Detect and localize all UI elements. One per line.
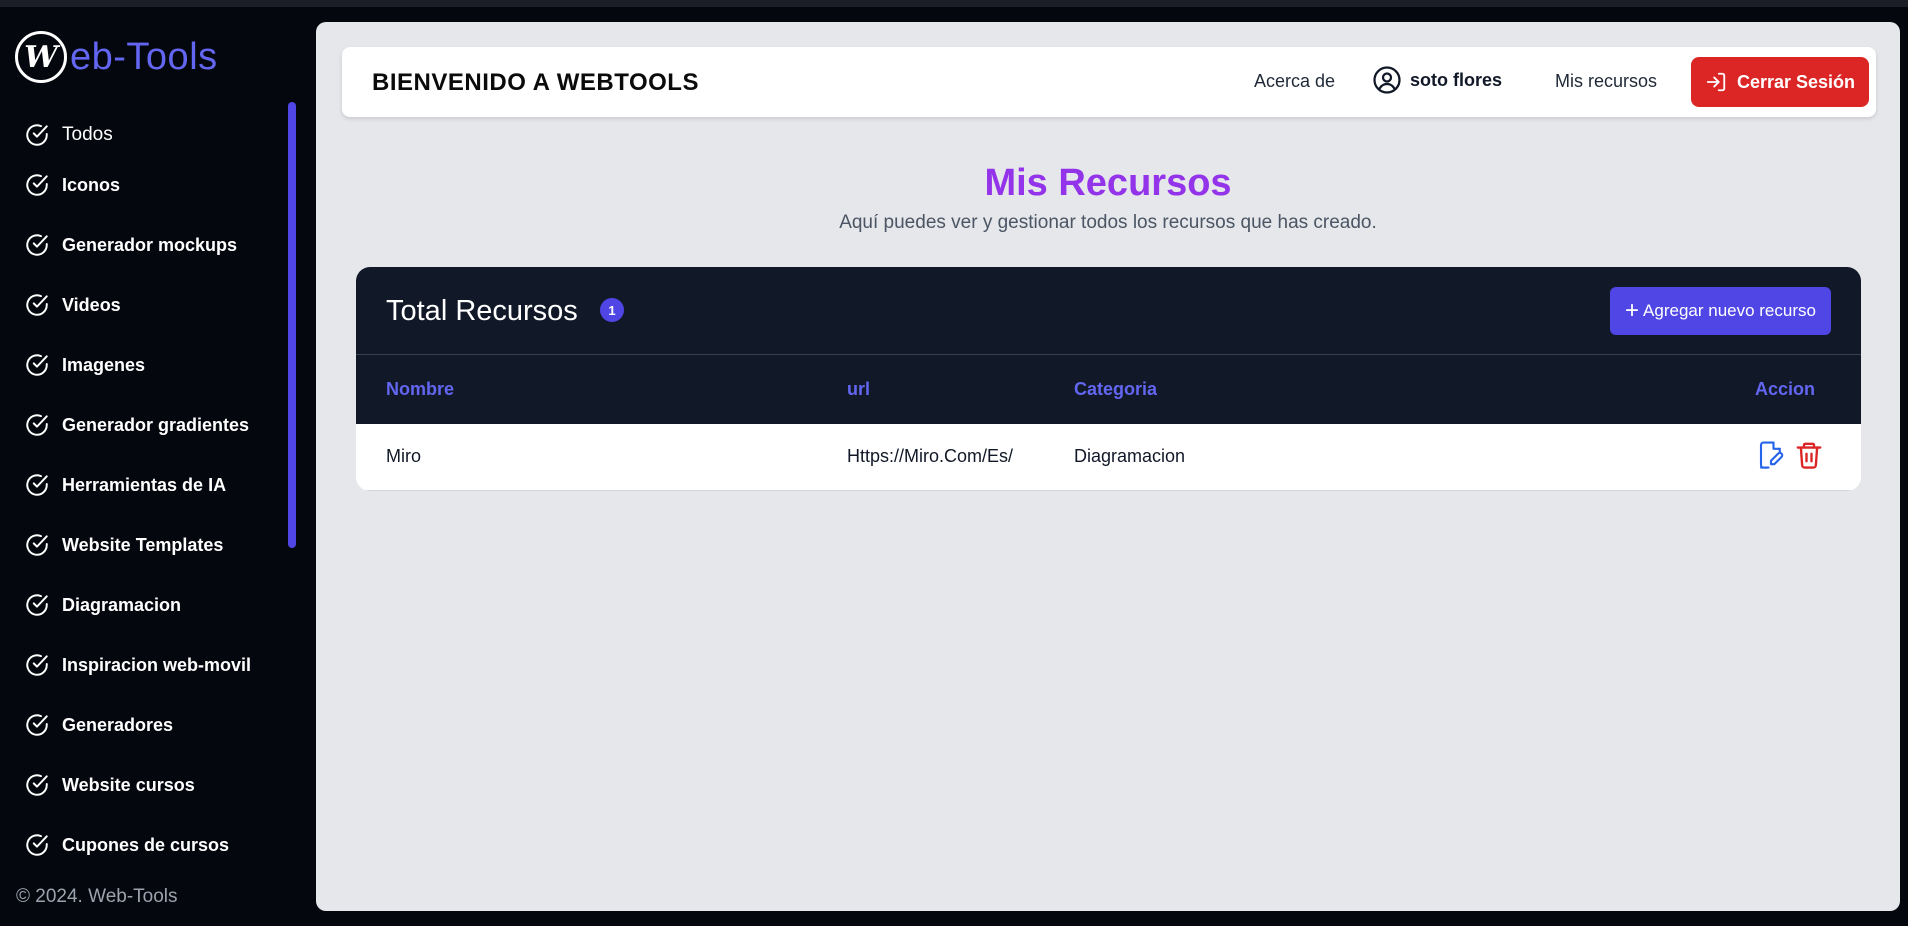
check-circle-icon bbox=[26, 714, 48, 736]
sidebar-item-generador-gradientes[interactable]: Generador gradientes bbox=[24, 405, 284, 445]
column-header-nombre: Nombre bbox=[386, 379, 455, 399]
user-profile[interactable]: soto flores bbox=[1372, 65, 1502, 95]
sidebar-item-website-templates[interactable]: Website Templates bbox=[24, 525, 284, 565]
sidebar-item-iconos[interactable]: Iconos bbox=[24, 165, 284, 205]
sidebar-item-label: Imagenes bbox=[62, 354, 146, 375]
sidebar-item-generadores[interactable]: Generadores bbox=[24, 705, 284, 745]
resources-card: Total Recursos 1 + Agregar nuevo recurso… bbox=[356, 267, 1861, 491]
sidebar-item-label: Cupones de cursos bbox=[62, 834, 230, 855]
check-circle-icon bbox=[26, 834, 48, 856]
logo-w-icon: W bbox=[15, 31, 67, 83]
sidebar: W eb-Tools Todos Iconos Generador mockup… bbox=[0, 7, 316, 926]
sidebar-item-label: Website Templates bbox=[62, 534, 224, 555]
sidebar-item-label: Todos bbox=[62, 124, 113, 145]
cell-url[interactable]: Https://Miro.Com/Es/ bbox=[847, 446, 1013, 467]
check-circle-icon bbox=[26, 124, 48, 146]
column-header-accion: Accion bbox=[1755, 379, 1816, 399]
sidebar-item-label: Website cursos bbox=[62, 774, 195, 795]
brand-logo[interactable]: W eb-Tools bbox=[15, 27, 218, 87]
username: soto flores bbox=[1410, 69, 1503, 90]
nav-my-resources-link[interactable]: Mis recursos bbox=[1555, 71, 1657, 92]
check-circle-icon bbox=[26, 294, 48, 316]
cell-name: Miro bbox=[386, 446, 421, 466]
sidebar-scrollbar[interactable] bbox=[288, 102, 296, 548]
sidebar-item-videos[interactable]: Videos bbox=[24, 285, 284, 325]
logout-button[interactable]: Cerrar Sesión bbox=[1691, 57, 1869, 107]
table-header: Nombre url Categoria Accion bbox=[356, 355, 1861, 424]
table-row: Miro Https://Miro.Com/Es/ Diagramacion bbox=[356, 424, 1861, 491]
total-resources-heading: Total Recursos bbox=[386, 295, 578, 327]
page-title: Mis Recursos bbox=[984, 162, 1232, 204]
sidebar-item-label: Iconos bbox=[62, 174, 121, 195]
check-circle-icon bbox=[26, 354, 48, 376]
column-header-categoria: Categoria bbox=[1074, 379, 1158, 399]
user-circle-icon bbox=[1373, 66, 1401, 94]
sidebar-item-label: Generadores bbox=[62, 714, 174, 735]
sidebar-item-imagenes[interactable]: Imagenes bbox=[24, 345, 284, 385]
check-circle-icon bbox=[26, 594, 48, 616]
window-top-strip bbox=[0, 0, 1908, 7]
sidebar-item-website-cursos[interactable]: Website cursos bbox=[24, 765, 284, 805]
cell-category: Diagramacion bbox=[1074, 446, 1186, 466]
row-actions bbox=[1756, 440, 1824, 475]
check-circle-icon bbox=[26, 774, 48, 796]
page-subtitle: Aquí puedes ver y gestionar todos los re… bbox=[839, 212, 1377, 233]
resource-count-badge: 1 bbox=[600, 298, 624, 322]
sidebar-item-label: Generador gradientes bbox=[62, 414, 250, 435]
logout-label: Cerrar Sesión bbox=[1736, 71, 1856, 92]
check-circle-icon bbox=[26, 414, 48, 436]
brand-name: eb-Tools bbox=[70, 35, 218, 78]
check-circle-icon bbox=[26, 534, 48, 556]
check-circle-icon bbox=[26, 174, 48, 196]
sidebar-item-generador-mockups[interactable]: Generador mockups bbox=[24, 225, 284, 265]
resources-card-header: Total Recursos 1 + Agregar nuevo recurso bbox=[356, 267, 1861, 355]
sidebar-item-diagramacion[interactable]: Diagramacion bbox=[24, 585, 284, 625]
sidebar-item-label: Generador mockups bbox=[62, 234, 238, 255]
main-content: BIENVENIDO A WEBTOOLS Acerca de soto flo… bbox=[316, 22, 1900, 911]
sidebar-item-cupones[interactable]: Cupones de cursos bbox=[24, 825, 284, 865]
sidebar-item-herramientas-ia[interactable]: Herramientas de IA bbox=[24, 465, 284, 505]
plus-icon: + bbox=[1625, 297, 1640, 324]
check-circle-icon bbox=[26, 654, 48, 676]
top-header: BIENVENIDO A WEBTOOLS Acerca de soto flo… bbox=[342, 47, 1876, 117]
sidebar-footer: © 2024. Web-Tools bbox=[16, 886, 178, 907]
header-title: BIENVENIDO A WEBTOOLS bbox=[372, 69, 699, 96]
edit-icon[interactable] bbox=[1756, 440, 1786, 475]
sidebar-item-label: Herramientas de IA bbox=[62, 474, 227, 495]
check-circle-icon bbox=[26, 474, 48, 496]
sidebar-item-label: Videos bbox=[62, 294, 121, 315]
add-resource-button[interactable]: + Agregar nuevo recurso bbox=[1610, 287, 1831, 335]
check-circle-icon bbox=[26, 234, 48, 256]
sign-in-arrow-icon bbox=[1706, 72, 1726, 92]
nav-about-link[interactable]: Acerca de bbox=[1254, 71, 1335, 92]
sidebar-item-inspiracion[interactable]: Inspiracion web-movil bbox=[24, 645, 284, 685]
column-header-url: url bbox=[847, 379, 871, 399]
sidebar-item-label: Inspiracion web-movil bbox=[62, 654, 252, 675]
sidebar-item-todos[interactable]: Todos bbox=[24, 115, 284, 155]
add-resource-label: Agregar nuevo recurso bbox=[1643, 301, 1816, 320]
trash-icon[interactable] bbox=[1794, 440, 1824, 475]
sidebar-item-label: Diagramacion bbox=[62, 594, 182, 615]
